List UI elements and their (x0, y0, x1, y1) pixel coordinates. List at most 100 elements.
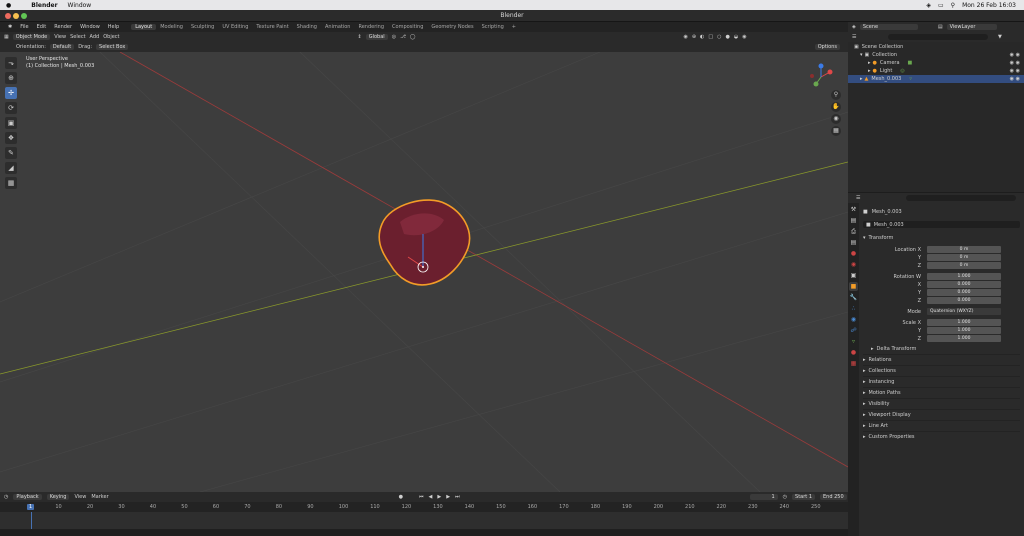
tab-geometry-nodes[interactable]: Geometry Nodes (427, 24, 477, 30)
expand-icon[interactable]: ▸ (860, 76, 863, 82)
collections-section[interactable]: ▸ Collections (863, 365, 1020, 375)
data-tab-icon[interactable]: ▿ (849, 337, 858, 346)
view-layer-tab-icon[interactable]: ▤ (849, 238, 858, 247)
outliner-editor-icon[interactable]: ☰ (852, 34, 856, 40)
expand-icon[interactable]: ▸ (868, 68, 871, 74)
material-tab-icon[interactable]: ● (849, 348, 858, 357)
shading-wireframe-icon[interactable]: ○ (717, 34, 721, 40)
location-x-field[interactable]: 0 m (927, 246, 1001, 253)
filter-icon[interactable]: ▼ (998, 34, 1002, 40)
render-tab-icon[interactable]: ▤ (849, 216, 858, 225)
relations-section[interactable]: ▸ Relations (863, 354, 1020, 364)
constraints-tab-icon[interactable]: ☍ (849, 326, 858, 335)
playback-menu[interactable]: Playback (13, 494, 42, 500)
overlay-icon[interactable]: ◐ (700, 34, 704, 40)
view-layer-selector[interactable]: ViewLayer (946, 24, 997, 30)
mesh-data-icon[interactable]: ▿ (909, 76, 912, 82)
object-tab-icon[interactable]: ■ (849, 282, 858, 291)
visibility-eye-icon[interactable]: ◉ ◉ (1010, 52, 1020, 58)
custom-properties-section[interactable]: ▸ Custom Properties (863, 431, 1020, 441)
jump-start-icon[interactable]: ⏮ (419, 494, 424, 500)
add-workspace-button[interactable]: + (508, 24, 520, 30)
scene-selector[interactable]: Scene (859, 24, 918, 30)
proportional-edit-icon[interactable]: ◯ (410, 34, 416, 40)
delta-transform-row[interactable]: ▸ Delta Transform (871, 345, 916, 352)
outliner-row-collection[interactable]: ▾ ▣ Collection ◉ ◉ (848, 51, 1024, 59)
menu-add[interactable]: Add (90, 34, 100, 40)
output-tab-icon[interactable]: ⎙ (849, 227, 858, 236)
pivot-icon[interactable]: ◎ (392, 34, 396, 40)
options-dropdown[interactable]: Options (814, 44, 840, 50)
add-cube-tool-icon[interactable]: ▦ (5, 177, 17, 189)
timeline-ruler[interactable]: 1 10 20 30 40 50 60 70 80 90 100 110 120 130 140 150 160… (0, 502, 848, 512)
datablock-field[interactable]: ■ Mesh_0.003 (863, 221, 1020, 228)
annotate-tool-icon[interactable]: ✎ (5, 147, 17, 159)
gizmo-y-icon[interactable] (813, 81, 819, 87)
rotation-y-field[interactable]: 0.000 (927, 289, 1001, 296)
gizmo-icon[interactable]: ⊕ (692, 34, 696, 40)
texture-tab-icon[interactable]: ▦ (849, 359, 858, 368)
motion-paths-section[interactable]: ▸ Motion Paths (863, 387, 1020, 397)
collection-tab-icon[interactable]: ▣ (849, 271, 858, 280)
window-menu[interactable]: Window (68, 2, 92, 9)
tab-animation[interactable]: Animation (321, 24, 355, 30)
tool-tab-icon[interactable]: ⚒ (849, 205, 858, 214)
scale-x-field[interactable]: 1.000 (927, 319, 1001, 326)
next-key-icon[interactable]: ▶ (446, 494, 450, 500)
transform-tool-icon[interactable]: ❖ (5, 132, 17, 144)
menu-file[interactable]: File (16, 24, 32, 30)
tab-texture-paint[interactable]: Texture Paint (252, 24, 292, 30)
tab-modeling[interactable]: Modeling (156, 24, 187, 30)
clock[interactable]: Mon 26 Feb 16:03 (962, 2, 1016, 9)
location-z-field[interactable]: 0 m (927, 262, 1001, 269)
select-box-tool-icon[interactable]: ⬎ (5, 57, 17, 69)
instancing-section[interactable]: ▸ Instancing (863, 376, 1020, 386)
visibility-icon[interactable]: ◉ (683, 34, 687, 40)
rotate-tool-icon[interactable]: ⟳ (5, 102, 17, 114)
gizmo-neg-x-icon[interactable] (810, 74, 814, 78)
outliner-row-camera[interactable]: ▸ ● Camera ■ ◉ ◉ (848, 59, 1024, 67)
location-y-field[interactable]: 0 m (927, 254, 1001, 261)
light-data-icon[interactable]: ◎ (900, 68, 904, 74)
minimize-window-button[interactable] (13, 13, 19, 19)
shading-material-icon[interactable]: ◒ (734, 34, 738, 40)
prev-key-icon[interactable]: ◀ (429, 494, 433, 500)
physics-tab-icon[interactable]: ◉ (849, 315, 858, 324)
scale-tool-icon[interactable]: ▣ (5, 117, 17, 129)
transform-orientation-dropdown[interactable]: Global (365, 34, 388, 40)
tab-rendering[interactable]: Rendering (354, 24, 388, 30)
scale-y-field[interactable]: 1.000 (927, 327, 1001, 334)
tab-scripting[interactable]: Scripting (478, 24, 508, 30)
outliner-row-mesh[interactable]: ▸ ▲ Mesh_0.003 ▿ ◉ ◉ (848, 75, 1024, 83)
record-icon[interactable]: ● (399, 494, 403, 500)
xray-icon[interactable]: □ (708, 34, 713, 40)
zoom-window-button[interactable] (21, 13, 27, 19)
keying-menu[interactable]: Keying (46, 494, 70, 500)
current-frame-field[interactable]: 1 (749, 494, 778, 500)
visibility-eye-icon[interactable]: ◉ ◉ (1010, 60, 1020, 66)
close-window-button[interactable] (5, 13, 11, 19)
gizmo-x-icon[interactable] (827, 69, 833, 75)
menu-select[interactable]: Select (70, 34, 85, 40)
tab-layout[interactable]: Layout (131, 24, 157, 30)
rotation-w-field[interactable]: 1.000 (927, 273, 1001, 280)
shading-rendered-icon[interactable]: ◉ (742, 34, 746, 40)
properties-editor-icon[interactable]: ☰ (856, 195, 860, 201)
navigation-gizmo[interactable] (806, 62, 836, 92)
world-tab-icon[interactable]: ◉ (849, 260, 858, 269)
start-frame-field[interactable]: Start 1 (792, 494, 816, 500)
play-icon[interactable]: ▶ (437, 494, 441, 500)
camera-data-icon[interactable]: ■ (908, 60, 913, 66)
search-icon[interactable]: ⚲ (951, 2, 955, 9)
properties-search-input[interactable] (906, 195, 1017, 201)
shading-solid-icon[interactable]: ● (726, 34, 730, 40)
cursor-tool-icon[interactable]: ⊕ (5, 72, 17, 84)
menu-view[interactable]: View (54, 34, 66, 40)
rotation-z-field[interactable]: 0.000 (927, 297, 1001, 304)
visibility-eye-icon[interactable]: ◉ ◉ (1010, 76, 1020, 82)
mode-dropdown[interactable]: Object Mode (12, 34, 51, 40)
modifier-tab-icon[interactable]: 🔧 (849, 293, 858, 302)
measure-tool-icon[interactable]: ◢ (5, 162, 17, 174)
orientation-dropdown[interactable]: Default (49, 44, 75, 50)
battery-icon[interactable]: ▭ (938, 2, 944, 9)
